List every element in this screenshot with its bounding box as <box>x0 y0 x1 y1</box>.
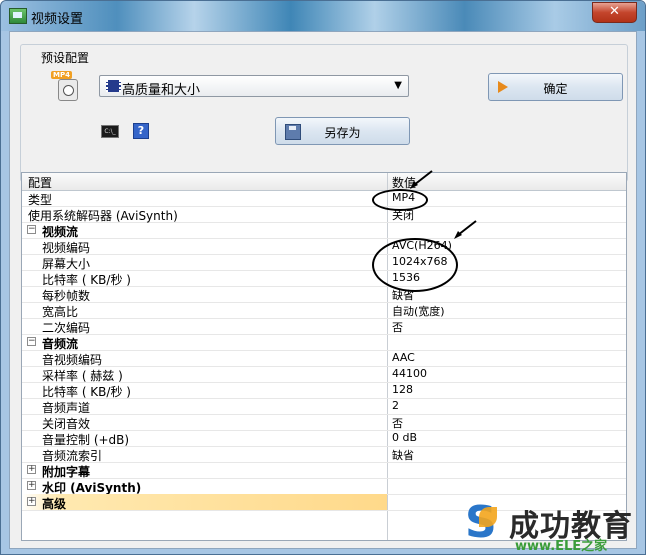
grid-property-row[interactable]: 宽高比 自动(宽度) <box>22 302 626 319</box>
property-value[interactable]: 0 dB <box>392 431 417 444</box>
grid-property-row[interactable]: 比特率 ( KB/秒 ) 1536 <box>22 270 626 287</box>
property-value[interactable]: 44100 <box>392 367 427 380</box>
ok-button[interactable]: 确定 <box>488 73 623 101</box>
video-settings-window: 视频设置 ✕ 预设配置 MP4 高质量和大小 ▼ C:\_ ? 确定 另存为 配… <box>0 0 646 555</box>
app-icon <box>9 8 27 24</box>
grid-property-row[interactable]: 二次编码否 <box>22 318 626 335</box>
grid-property-row[interactable]: 关闭音效否 <box>22 414 626 431</box>
grid-property-row[interactable]: 每秒帧数 缺省 <box>22 286 626 303</box>
property-value[interactable]: 否 <box>392 415 403 431</box>
title-bar[interactable]: 视频设置 ✕ <box>1 1 645 31</box>
annotation-circle <box>372 238 458 292</box>
grid-category-row[interactable]: + 水印 (AviSynth) <box>22 478 626 495</box>
preset-group-label: 预设配置 <box>37 49 94 66</box>
grid-property-row[interactable]: 类型 MP4 <box>22 190 626 207</box>
property-grid[interactable]: 配置 数值 类型 MP4 使用系统解码器 (AviSynth) 关闭 − 视频流 视频编码 A… <box>21 170 627 541</box>
grid-property-row[interactable]: 使用系统解码器 (AviSynth) 关闭 <box>22 206 626 223</box>
property-value[interactable]: 自动(宽度) <box>392 303 445 319</box>
window-title: 视频设置 <box>31 12 84 27</box>
film-icon <box>106 80 121 92</box>
grid-property-row[interactable]: 音视频编码 AAC <box>22 350 626 367</box>
property-value[interactable]: 否 <box>392 319 403 335</box>
property-name: 高级 <box>42 497 67 511</box>
annotation-arrows <box>410 170 477 239</box>
mp4-badge: MP4 <box>51 71 72 79</box>
expand-icon[interactable]: + <box>27 497 36 506</box>
grid-property-row[interactable]: 音频流索引 缺省 <box>22 446 626 463</box>
arrow-line <box>413 170 433 186</box>
save-as-button-label: 另存为 <box>324 126 361 140</box>
disc-icon <box>58 79 78 101</box>
expand-icon[interactable]: + <box>27 481 36 490</box>
help-icon[interactable]: ? <box>133 123 149 139</box>
property-value[interactable]: AAC <box>392 351 415 364</box>
dialog-client-area: 预设配置 MP4 高质量和大小 ▼ C:\_ ? 确定 另存为 配置 数值 类型… <box>9 31 637 549</box>
grid-category-row[interactable]: + 附加字幕 <box>22 462 626 479</box>
collapse-icon[interactable]: − <box>27 225 36 234</box>
ok-button-label: 确定 <box>543 82 568 96</box>
property-value[interactable]: 缺省 <box>392 447 414 463</box>
selected-row-highlight <box>22 494 387 510</box>
property-value[interactable]: 2 <box>392 399 399 412</box>
close-button[interactable]: ✕ <box>592 2 637 23</box>
collapse-icon[interactable]: − <box>27 337 36 346</box>
grid-category-row[interactable]: − 视频流 <box>22 222 626 239</box>
grid-property-row[interactable]: 视频编码 AVC(H264) <box>22 238 626 255</box>
grid-category-row[interactable]: − 音频流 <box>22 334 626 351</box>
grid-property-row[interactable]: 音频声道 2 <box>22 398 626 415</box>
preset-dropdown-value: 高质量和大小 <box>122 83 201 98</box>
grid-header: 配置 数值 <box>22 173 626 191</box>
grid-property-row[interactable]: 屏幕大小 1024x768 <box>22 254 626 271</box>
logo-mark-icon: S <box>465 499 505 547</box>
save-as-button[interactable]: 另存为 <box>275 117 410 145</box>
mp4-format-icon: MP4 <box>51 71 78 101</box>
command-line-icon[interactable]: C:\_ <box>101 125 119 138</box>
preset-groupbox: 预设配置 MP4 高质量和大小 ▼ C:\_ ? 确定 另存为 <box>20 44 628 182</box>
watermark-logo: S 成功教育 www.ELE之家 <box>465 497 645 555</box>
chevron-down-icon[interactable]: ▼ <box>394 80 402 91</box>
grid-property-row[interactable]: 比特率 ( KB/秒 ) 128 <box>22 382 626 399</box>
grid-property-row[interactable]: 采样率 ( 赫兹 ) 44100 <box>22 366 626 383</box>
preset-dropdown[interactable]: 高质量和大小 ▼ <box>99 75 409 98</box>
grid-property-row[interactable]: 音量控制 (+dB) 0 dB <box>22 430 626 447</box>
watermark-sub-text: www.ELE之家 <box>515 539 608 554</box>
expand-icon[interactable]: + <box>27 465 36 474</box>
column-header-config: 配置 <box>28 176 53 190</box>
property-value[interactable]: 128 <box>392 383 413 396</box>
